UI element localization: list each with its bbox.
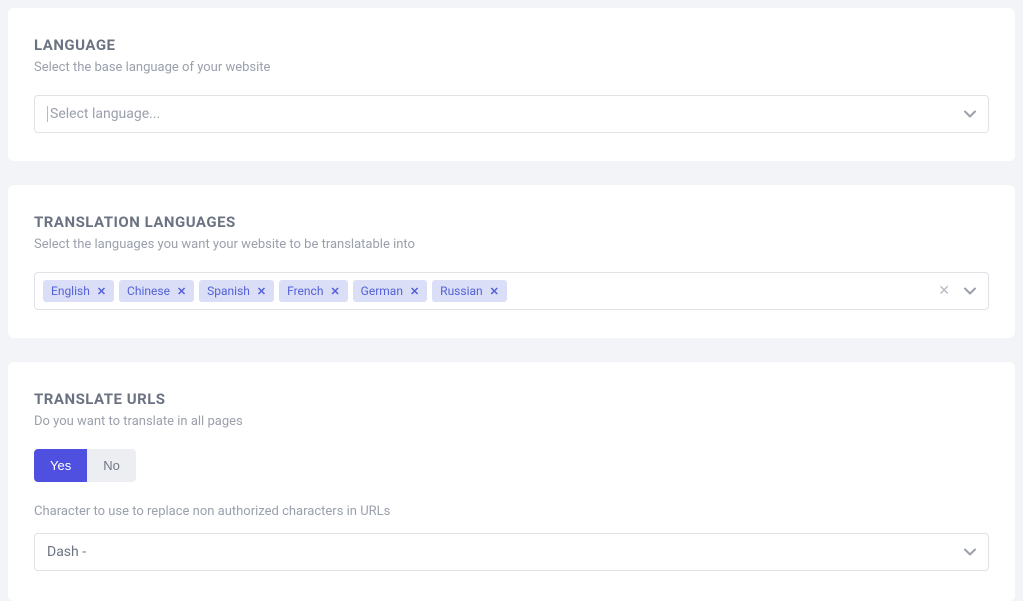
chevron-down-icon — [964, 546, 976, 558]
toggle-no-button[interactable]: No — [87, 449, 136, 482]
urls-subtitle: Do you want to translate in all pages — [34, 414, 989, 429]
tags-container: English ✕ Chinese ✕ Spanish ✕ French ✕ G… — [43, 280, 928, 302]
chevron-down-icon[interactable] — [964, 285, 976, 297]
tag-remove-icon[interactable]: ✕ — [490, 285, 499, 298]
language-card: LANGUAGE Select the base language of you… — [8, 8, 1015, 161]
char-replace-value: Dash - — [47, 544, 86, 560]
urls-title: TRANSLATE URLS — [34, 390, 989, 408]
tag-french: French ✕ — [279, 280, 348, 302]
translation-multiselect[interactable]: English ✕ Chinese ✕ Spanish ✕ French ✕ G… — [34, 272, 989, 310]
tag-russian: Russian ✕ — [432, 280, 507, 302]
language-select-placeholder: Select language... — [47, 106, 160, 122]
tag-label: Russian — [440, 284, 482, 298]
tag-remove-icon[interactable]: ✕ — [410, 285, 419, 298]
tag-remove-icon[interactable]: ✕ — [177, 285, 186, 298]
tag-label: Chinese — [127, 284, 170, 298]
tag-label: German — [361, 284, 403, 298]
multiselect-controls: ✕ — [934, 283, 980, 299]
urls-card: TRANSLATE URLS Do you want to translate … — [8, 362, 1015, 601]
tag-label: French — [287, 284, 323, 298]
tag-spanish: Spanish ✕ — [199, 280, 274, 302]
char-replace-label: Character to use to replace non authoriz… — [34, 504, 989, 519]
translation-card: TRANSLATION LANGUAGES Select the languag… — [8, 185, 1015, 338]
clear-all-icon[interactable]: ✕ — [934, 283, 954, 299]
char-replace-select[interactable]: Dash - — [34, 533, 989, 571]
tag-german: German ✕ — [353, 280, 428, 302]
tag-remove-icon[interactable]: ✕ — [97, 285, 106, 298]
tag-label: Spanish — [207, 284, 250, 298]
translation-title: TRANSLATION LANGUAGES — [34, 213, 989, 231]
toggle-yes-button[interactable]: Yes — [34, 449, 87, 482]
tag-english: English ✕ — [43, 280, 114, 302]
chevron-down-icon — [964, 108, 976, 120]
tag-label: English — [51, 284, 90, 298]
translation-subtitle: Select the languages you want your websi… — [34, 237, 989, 252]
language-title: LANGUAGE — [34, 36, 989, 54]
tag-chinese: Chinese ✕ — [119, 280, 194, 302]
tag-remove-icon[interactable]: ✕ — [257, 285, 266, 298]
tag-remove-icon[interactable]: ✕ — [330, 285, 339, 298]
translate-urls-toggle: Yes No — [34, 449, 136, 482]
language-subtitle: Select the base language of your website — [34, 60, 989, 75]
language-select[interactable]: Select language... — [34, 95, 989, 133]
